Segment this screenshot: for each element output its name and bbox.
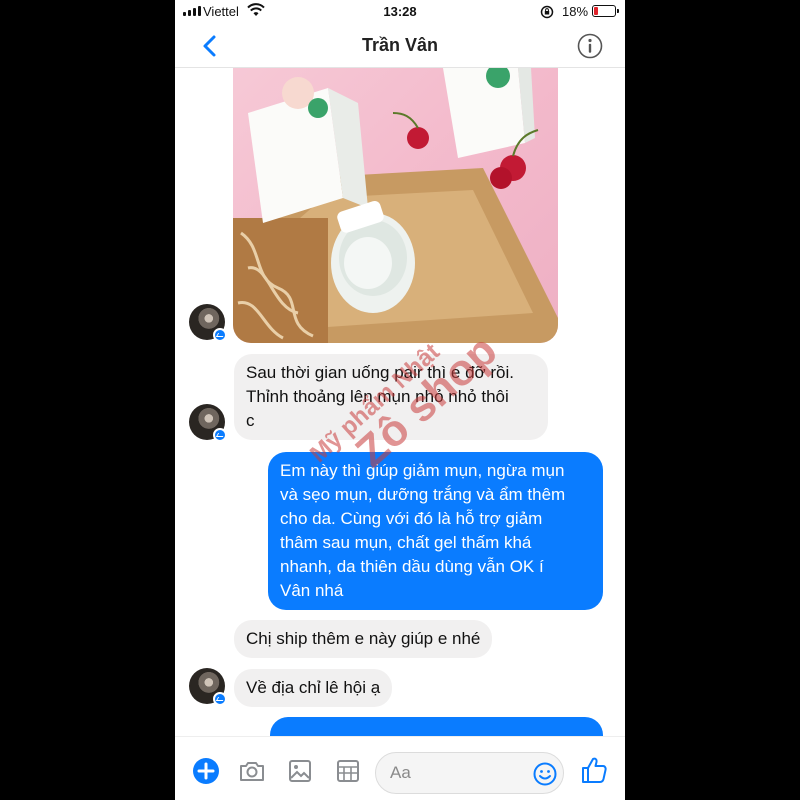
- incoming-message-bubble[interactable]: Chị ship thêm e này giúp e nhé: [234, 620, 493, 658]
- battery-percent: 18%: [562, 4, 589, 19]
- rotation-lock-icon: [540, 5, 554, 19]
- conversation-header: Trần Vân: [175, 24, 625, 68]
- outgoing-message-bubble[interactable]: Em này thì giúp giảm mụn, ngừa mụn và sẹ…: [268, 452, 603, 610]
- avatar[interactable]: [189, 404, 227, 442]
- messenger-badge-icon: [213, 692, 227, 706]
- composer-bar: [175, 736, 625, 800]
- battery-icon: [592, 5, 619, 17]
- info-icon[interactable]: [577, 33, 603, 59]
- emoji-icon[interactable]: [533, 762, 557, 786]
- incoming-message-bubble[interactable]: Về địa chỉ lê hội ạ: [234, 669, 393, 707]
- sticker-grid-icon[interactable]: [334, 757, 362, 785]
- message-list[interactable]: Sau thời gian uống pair thì e đỡ rồi. Th…: [175, 68, 625, 757]
- messenger-badge-icon: [213, 328, 227, 342]
- photo-icon[interactable]: [286, 757, 314, 785]
- contact-name[interactable]: Trần Vân: [175, 35, 625, 56]
- thumbs-up-icon[interactable]: [579, 755, 609, 785]
- plus-icon[interactable]: [192, 757, 220, 785]
- messenger-badge-icon: [213, 428, 227, 442]
- camera-icon[interactable]: [238, 757, 266, 785]
- battery-level: [594, 7, 598, 15]
- status-bar: Viettel 13:28 18%: [175, 0, 625, 24]
- product-photo-message[interactable]: [233, 68, 558, 343]
- message-input[interactable]: [390, 761, 520, 785]
- status-time: 13:28: [383, 4, 417, 19]
- message-composer[interactable]: [375, 752, 564, 794]
- avatar[interactable]: [189, 668, 227, 706]
- product-photo: [233, 68, 558, 343]
- incoming-message-bubble[interactable]: Sau thời gian uống pair thì e đỡ rồi. Th…: [234, 354, 548, 440]
- avatar[interactable]: [189, 304, 227, 342]
- messenger-screen: Viettel 13:28 18% Trần Vân Sau thời gian…: [175, 0, 625, 800]
